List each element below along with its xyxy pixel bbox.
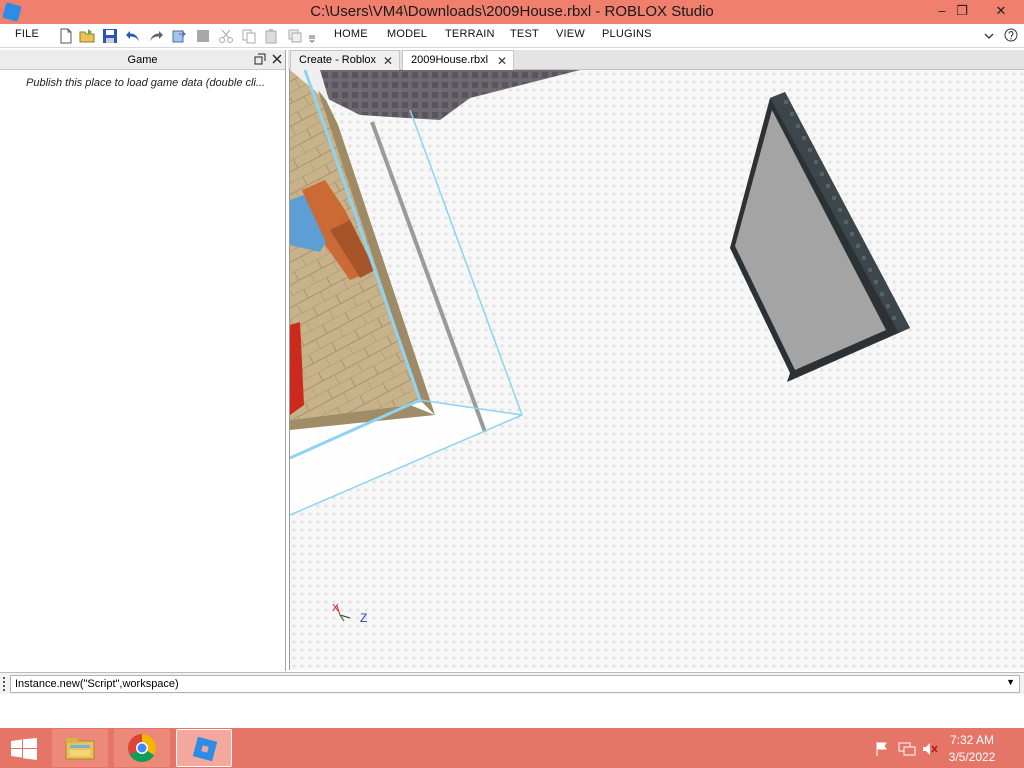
taskbar-file-explorer[interactable] bbox=[52, 729, 108, 767]
windows-start-icon[interactable] bbox=[10, 738, 38, 760]
network-icon[interactable] bbox=[898, 741, 916, 757]
close-panel-icon[interactable] bbox=[271, 53, 283, 65]
menu-view[interactable]: VIEW bbox=[556, 28, 585, 40]
command-bar-grip[interactable] bbox=[3, 677, 6, 691]
roblox-studio-icon bbox=[192, 736, 218, 762]
3d-viewport[interactable]: X Z bbox=[289, 70, 1024, 670]
output-area bbox=[0, 694, 1024, 728]
game-panel-title: Game bbox=[127, 54, 158, 66]
menu-model[interactable]: MODEL bbox=[387, 28, 427, 40]
menu-test[interactable]: TEST bbox=[510, 28, 539, 40]
publish-message[interactable]: Publish this place to load game data (do… bbox=[26, 77, 278, 89]
window-title: C:\Users\VM4\Downloads\2009House.rbxl - … bbox=[310, 3, 714, 20]
menu-file[interactable]: FILE bbox=[15, 28, 39, 40]
clock-time[interactable]: 7:32 AM bbox=[942, 733, 1002, 747]
customize-icon[interactable] bbox=[308, 28, 316, 44]
menu-plugins[interactable]: PLUGINS bbox=[602, 28, 652, 40]
game-panel: Game Publish this place to load game dat… bbox=[0, 50, 286, 671]
file-explorer-icon bbox=[65, 738, 95, 760]
menu-bar: FILE HOME MODEL TERRAIN TEST VIEW PLUGIN… bbox=[0, 24, 1024, 48]
taskbar-chrome[interactable] bbox=[114, 729, 170, 767]
action-center-flag-icon[interactable] bbox=[874, 741, 890, 757]
volume-muted-icon[interactable] bbox=[921, 741, 939, 757]
clock-date[interactable]: 3/5/2022 bbox=[942, 750, 1002, 764]
import-icon[interactable] bbox=[171, 28, 187, 44]
cut-icon[interactable] bbox=[218, 28, 234, 44]
restore-button[interactable]: ❐ bbox=[948, 0, 976, 22]
close-button[interactable]: ✕ bbox=[987, 0, 1015, 22]
close-tab-icon[interactable]: ✕ bbox=[383, 54, 393, 68]
axis-z-label: Z bbox=[360, 611, 367, 625]
undo-icon[interactable] bbox=[125, 28, 141, 44]
taskbar: 7:32 AM 3/5/2022 bbox=[0, 728, 1024, 768]
command-text: Instance.new("Script",workspace) bbox=[15, 678, 179, 690]
command-history-dropdown-icon[interactable]: ▼ bbox=[1006, 677, 1015, 687]
tab-label: 2009House.rbxl bbox=[411, 54, 489, 66]
command-bar: Instance.new("Script",workspace) ▼ bbox=[0, 672, 1024, 694]
stop-icon[interactable] bbox=[195, 28, 211, 44]
command-input[interactable]: Instance.new("Script",workspace) ▼ bbox=[10, 675, 1020, 693]
open-file-icon[interactable] bbox=[79, 28, 95, 44]
title-bar: C:\Users\VM4\Downloads\2009House.rbxl - … bbox=[0, 0, 1024, 24]
new-file-icon[interactable] bbox=[58, 28, 74, 44]
expand-ribbon-icon[interactable] bbox=[983, 30, 995, 42]
redo-icon[interactable] bbox=[148, 28, 164, 44]
float-panel-icon[interactable] bbox=[254, 53, 266, 65]
tab-create-roblox[interactable]: Create - Roblox ✕ bbox=[290, 50, 400, 70]
save-icon[interactable] bbox=[102, 28, 118, 44]
duplicate-icon[interactable] bbox=[287, 28, 303, 44]
document-tabs: Create - Roblox ✕ 2009House.rbxl ✕ bbox=[288, 50, 1024, 70]
menu-terrain[interactable]: TERRAIN bbox=[445, 28, 495, 40]
copy-icon[interactable] bbox=[241, 28, 257, 44]
taskbar-roblox-studio[interactable] bbox=[176, 729, 232, 767]
help-icon[interactable] bbox=[1004, 28, 1018, 42]
tab-2009house[interactable]: 2009House.rbxl ✕ bbox=[402, 50, 514, 70]
tab-label: Create - Roblox bbox=[299, 54, 377, 66]
menu-home[interactable]: HOME bbox=[334, 28, 368, 40]
paste-icon[interactable] bbox=[264, 28, 280, 44]
chrome-icon bbox=[128, 734, 156, 762]
scene[interactable]: X Z bbox=[290, 70, 1024, 670]
close-tab-icon[interactable]: ✕ bbox=[497, 54, 507, 68]
game-panel-header: Game bbox=[0, 50, 285, 70]
axis-x-label: X bbox=[332, 603, 339, 614]
